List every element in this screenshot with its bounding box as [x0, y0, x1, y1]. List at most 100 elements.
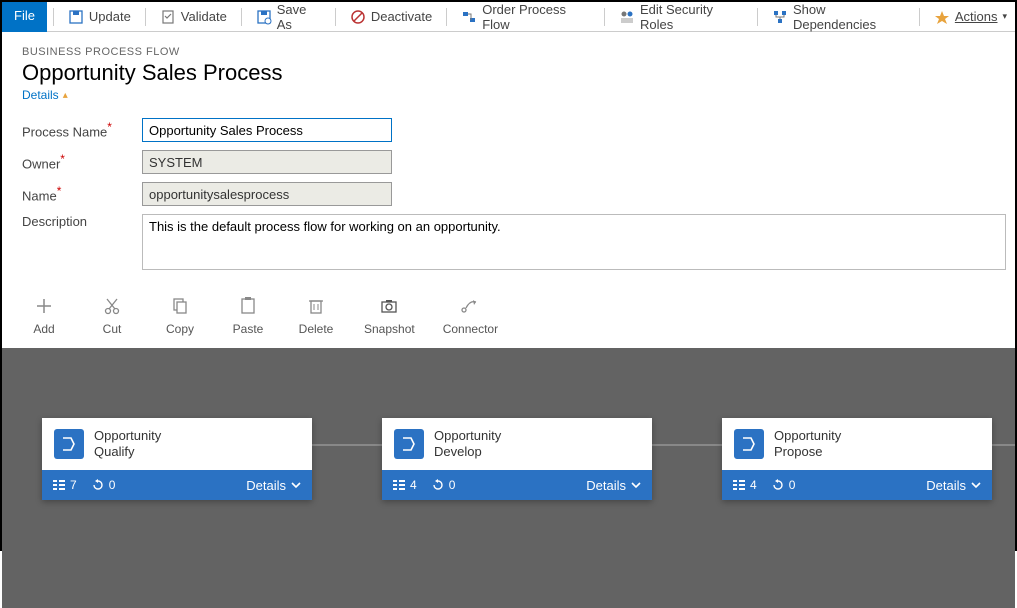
name-label: Name*: [22, 184, 142, 203]
update-button[interactable]: Update: [60, 2, 139, 32]
details-form: Process Name* Owner* Name* Description T…: [2, 108, 1015, 288]
chevron-up-icon: ▴: [63, 90, 68, 101]
entity-type-label: BUSINESS PROCESS FLOW: [22, 46, 995, 58]
stage-header: OpportunityDevelop: [382, 418, 652, 470]
stage-card[interactable]: OpportunityQualify 7 0 Details: [42, 418, 312, 500]
stage-title: OpportunityPropose: [774, 428, 841, 459]
stage-flag-icon: [394, 429, 424, 459]
validate-label: Validate: [181, 9, 227, 24]
order-flow-label: Order Process Flow: [482, 2, 590, 32]
edit-security-label: Edit Security Roles: [640, 2, 743, 32]
edit-security-roles-button[interactable]: Edit Security Roles: [611, 2, 751, 32]
separator: [241, 8, 242, 26]
stage-header: OpportunityPropose: [722, 418, 992, 470]
separator: [919, 8, 920, 26]
chevron-down-icon: ▾: [1003, 11, 1008, 22]
stage-card[interactable]: OpportunityPropose 4 0 Details: [722, 418, 992, 500]
stage-connector: [652, 444, 722, 446]
order-process-flow-button[interactable]: Order Process Flow: [453, 2, 598, 32]
page-title: Opportunity Sales Process: [22, 60, 995, 86]
page-header: BUSINESS PROCESS FLOW Opportunity Sales …: [2, 32, 1015, 108]
show-dependencies-button[interactable]: Show Dependencies: [764, 2, 913, 32]
stage-connector: [312, 444, 382, 446]
actions-label: Actions: [955, 9, 998, 24]
cut-icon: [102, 296, 122, 316]
save-as-button[interactable]: Save As: [248, 2, 329, 32]
owner-label: Owner*: [22, 152, 142, 171]
stage-flag-icon: [734, 429, 764, 459]
branch-count: 0: [431, 478, 456, 492]
stage-title: OpportunityQualify: [94, 428, 161, 459]
loop-icon: [431, 478, 445, 492]
paste-button[interactable]: Paste: [228, 296, 268, 336]
chevron-down-icon: [630, 479, 642, 491]
file-menu[interactable]: File: [2, 2, 47, 32]
process-name-input[interactable]: [142, 118, 392, 142]
separator: [145, 8, 146, 26]
stage-footer: 7 0 Details: [42, 470, 312, 500]
connector-icon: [460, 296, 480, 316]
save-icon: [68, 9, 84, 25]
delete-button[interactable]: Delete: [296, 296, 336, 336]
designer-canvas[interactable]: OpportunityQualify 7 0 Details: [2, 348, 1015, 608]
show-deps-label: Show Dependencies: [793, 2, 905, 32]
stage-card[interactable]: OpportunityDevelop 4 0 Details: [382, 418, 652, 500]
copy-button[interactable]: Copy: [160, 296, 200, 336]
branch-count: 0: [771, 478, 796, 492]
camera-icon: [379, 296, 399, 316]
copy-icon: [170, 296, 190, 316]
deactivate-label: Deactivate: [371, 9, 432, 24]
loop-icon: [771, 478, 785, 492]
steps-icon: [732, 478, 746, 492]
save-as-icon: [256, 9, 272, 25]
designer-toolbar: Add Cut Copy Paste Delete Snapshot Conne…: [2, 288, 1015, 348]
save-as-label: Save As: [277, 2, 321, 32]
actions-menu[interactable]: Actions ▾: [926, 2, 1015, 32]
actions-icon: [934, 9, 950, 25]
stage-header: OpportunityQualify: [42, 418, 312, 470]
step-count: 7: [52, 478, 77, 492]
step-count: 4: [732, 478, 757, 492]
steps-icon: [392, 478, 406, 492]
stage-flag-icon: [54, 429, 84, 459]
details-toggle[interactable]: Details ▴: [22, 88, 68, 102]
chevron-down-icon: [290, 479, 302, 491]
chevron-down-icon: [970, 479, 982, 491]
loop-icon: [91, 478, 105, 492]
separator: [53, 8, 54, 26]
security-icon: [619, 9, 635, 25]
validate-icon: [160, 9, 176, 25]
separator: [335, 8, 336, 26]
separator: [604, 8, 605, 26]
update-label: Update: [89, 9, 131, 24]
dependencies-icon: [772, 9, 788, 25]
description-input[interactable]: This is the default process flow for wor…: [142, 214, 1006, 270]
cut-button[interactable]: Cut: [92, 296, 132, 336]
owner-input[interactable]: [142, 150, 392, 174]
paste-icon: [238, 296, 258, 316]
step-count: 4: [392, 478, 417, 492]
description-label: Description: [22, 214, 142, 229]
stage-title: OpportunityDevelop: [434, 428, 501, 459]
stage-connector: [992, 444, 1015, 446]
steps-icon: [52, 478, 66, 492]
add-button[interactable]: Add: [24, 296, 64, 336]
plus-icon: [34, 296, 54, 316]
deactivate-button[interactable]: Deactivate: [342, 2, 440, 32]
separator: [757, 8, 758, 26]
stage-details-button[interactable]: Details: [586, 478, 642, 493]
branch-count: 0: [91, 478, 116, 492]
command-bar: File Update Validate Save As Deactivate …: [2, 2, 1015, 32]
stage-details-button[interactable]: Details: [246, 478, 302, 493]
separator: [446, 8, 447, 26]
process-name-label: Process Name*: [22, 120, 142, 139]
stage-footer: 4 0 Details: [722, 470, 992, 500]
validate-button[interactable]: Validate: [152, 2, 235, 32]
deactivate-icon: [350, 9, 366, 25]
connector-button[interactable]: Connector: [443, 296, 498, 336]
name-input[interactable]: [142, 182, 392, 206]
stage-details-button[interactable]: Details: [926, 478, 982, 493]
snapshot-button[interactable]: Snapshot: [364, 296, 415, 336]
stage-footer: 4 0 Details: [382, 470, 652, 500]
trash-icon: [306, 296, 326, 316]
